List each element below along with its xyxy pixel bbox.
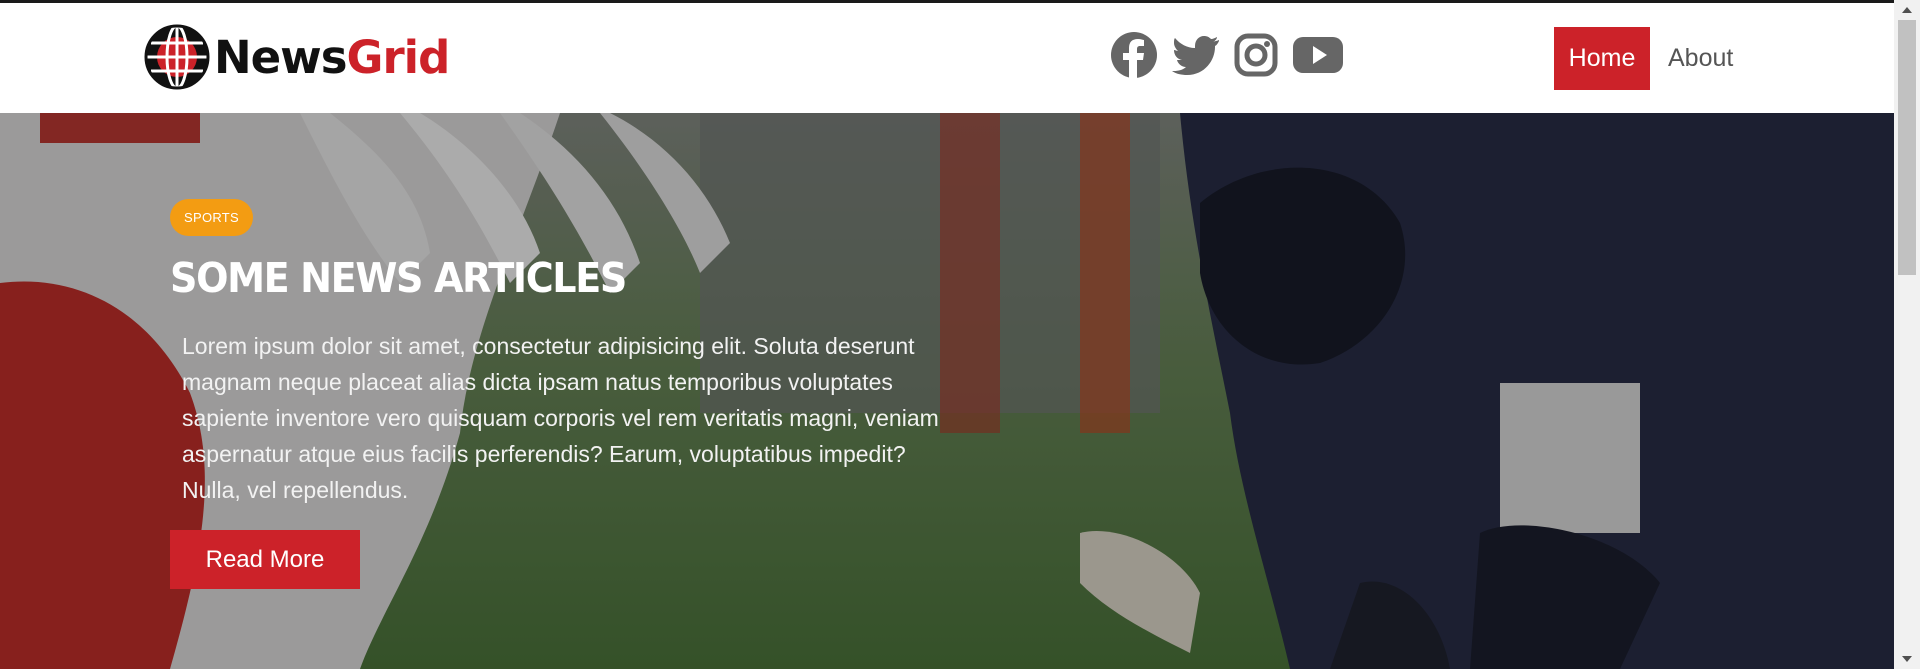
brand-name-part2: Grid [346, 30, 451, 84]
hero-section: SPORTS SOME NEWS ARTICLES Lorem ipsum do… [0, 113, 1894, 669]
brand-name-part1: News [214, 30, 348, 84]
twitter-icon[interactable] [1172, 34, 1220, 76]
scroll-up-arrow-icon[interactable] [1894, 0, 1920, 20]
hero-description: Lorem ipsum dolor sit amet, consectetur … [182, 333, 939, 503]
brand-name: NewsGrid [214, 35, 450, 80]
read-more-button[interactable]: Read More [170, 530, 360, 589]
instagram-icon[interactable] [1234, 33, 1278, 77]
scroll-down-arrow-icon[interactable] [1894, 649, 1920, 669]
youtube-icon[interactable] [1292, 36, 1344, 74]
page: NewsGrid Home About SPORTS SOME NEWS ART… [0, 0, 1920, 669]
nav-home-link[interactable]: Home [1554, 27, 1650, 90]
facebook-icon[interactable] [1110, 31, 1158, 79]
social-links [1110, 31, 1358, 79]
main-nav: Home About [1554, 27, 1733, 90]
site-header: NewsGrid Home About [0, 3, 1894, 113]
hero-content: SPORTS SOME NEWS ARTICLES Lorem ipsum do… [170, 199, 950, 589]
site-logo[interactable]: NewsGrid [144, 24, 450, 90]
hero-title: SOME NEWS ARTICLES [170, 254, 627, 302]
nav-about-link[interactable]: About [1668, 27, 1733, 90]
globe-icon [144, 24, 210, 90]
page-scrollbar[interactable] [1894, 0, 1920, 669]
category-badge[interactable]: SPORTS [170, 199, 254, 236]
scrollbar-thumb[interactable] [1898, 20, 1916, 275]
